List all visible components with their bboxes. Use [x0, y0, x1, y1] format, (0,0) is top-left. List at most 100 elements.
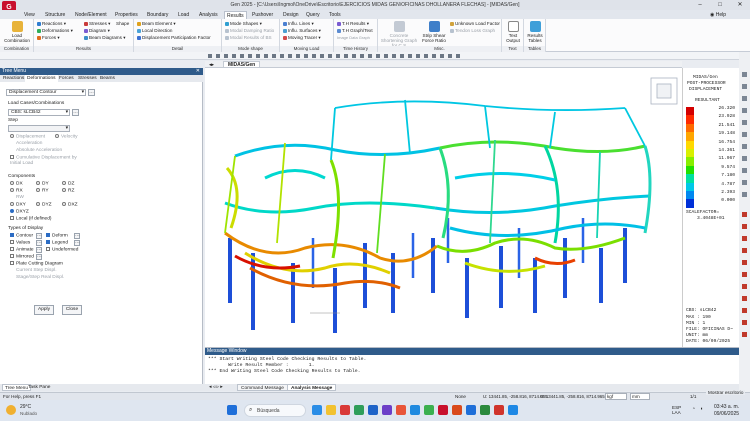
- tab-design[interactable]: Design: [281, 11, 301, 19]
- disp-deform[interactable]: Deform: [46, 233, 68, 239]
- tab-task-pane[interactable]: Task Pane: [26, 384, 52, 391]
- opt-displacement[interactable]: Displacement: [10, 134, 45, 140]
- tab-analysis-message[interactable]: Analysis Message: [287, 384, 337, 391]
- force-unit-select[interactable]: kgf: [605, 393, 627, 400]
- image-data-graph-button[interactable]: Image Data Graph: [337, 35, 370, 41]
- comp-dx[interactable]: DX: [10, 181, 23, 187]
- load-combination-button[interactable]: Load Combination: [3, 21, 31, 43]
- results-tables-button[interactable]: Results Tables: [525, 21, 545, 43]
- tab-pushover[interactable]: Pushover: [250, 11, 275, 19]
- influ-lines-button[interactable]: Influ. Lines ▾: [283, 21, 314, 27]
- modal-damping-button[interactable]: Modal Damping Ratio: [225, 28, 274, 34]
- animate-settings-button[interactable]: …: [36, 247, 42, 253]
- influ-surfaces-button[interactable]: Influ. Surfaces ▾: [283, 28, 321, 34]
- maximize-icon[interactable]: □: [710, 0, 730, 10]
- contour-options-button[interactable]: …: [88, 89, 95, 96]
- windows-start-icon[interactable]: [227, 405, 237, 415]
- diagram-button[interactable]: Diagram ▾: [84, 28, 110, 34]
- mode-shapes-button[interactable]: Mode Shapes ▾: [225, 21, 262, 27]
- disp-undeformed[interactable]: Undeformed: [46, 247, 78, 253]
- file-explorer-icon[interactable]: [326, 405, 336, 415]
- app-icon[interactable]: [424, 405, 434, 415]
- step-select[interactable]: ▾: [8, 125, 70, 132]
- tab-command-message[interactable]: Command Message: [237, 384, 288, 391]
- mirrored-settings-button[interactable]: …: [36, 254, 42, 260]
- tab-reactions[interactable]: Reactions: [1, 75, 26, 82]
- local-direction-button[interactable]: Local Direction: [137, 28, 172, 34]
- length-unit-select[interactable]: mm: [630, 393, 650, 400]
- minimize-icon[interactable]: –: [690, 0, 710, 10]
- model-viewport[interactable]: [205, 68, 682, 347]
- comp-dy[interactable]: DY: [36, 181, 49, 187]
- clock-time[interactable]: 03:43 a. m.: [714, 404, 739, 410]
- contour-settings-button[interactable]: …: [36, 233, 42, 239]
- apply-button[interactable]: Apply: [34, 305, 54, 315]
- app-icon[interactable]: [382, 405, 392, 415]
- comp-rw[interactable]: RW: [16, 195, 24, 201]
- disp-plate-cutting[interactable]: Plate Cutting Diagram: [10, 261, 63, 267]
- beam-element-button[interactable]: Beam Element ▾: [137, 21, 176, 27]
- th-graph-button[interactable]: T.H Graph/Text: [337, 28, 373, 34]
- reactions-button[interactable]: Reactions ▾: [37, 21, 66, 27]
- forces-button[interactable]: Forces ▾: [37, 35, 60, 41]
- app-icon[interactable]: [508, 405, 518, 415]
- opt-velocity[interactable]: Velocity: [55, 134, 78, 140]
- load-case-select[interactable]: CBS: sLCB42 ▾: [8, 109, 70, 116]
- app-icon[interactable]: [354, 405, 364, 415]
- app-icon[interactable]: [410, 405, 420, 415]
- comp-dyz[interactable]: DYZ: [36, 202, 52, 208]
- tab-results[interactable]: Results: [224, 11, 247, 19]
- tab-node-element[interactable]: Node/Element: [73, 11, 109, 19]
- opt-acceleration[interactable]: Acceleration: [16, 141, 42, 147]
- displacement-participation-button[interactable]: Displacement Participation Factor: [137, 35, 211, 41]
- tab-analysis[interactable]: Analysis: [197, 11, 220, 19]
- app-icon[interactable]: [494, 405, 504, 415]
- opt-absolute-acceleration[interactable]: Absolute Acceleration: [16, 148, 62, 154]
- tab-load[interactable]: Load: [176, 11, 191, 19]
- tab-midas-gen[interactable]: MIDAS/Gen: [223, 61, 261, 68]
- values-settings-button[interactable]: …: [36, 240, 42, 246]
- disp-contour[interactable]: Contour: [10, 233, 33, 239]
- disp-current-step[interactable]: Current Step Displ.: [16, 268, 57, 274]
- disp-animate[interactable]: Animate: [10, 247, 34, 253]
- disp-mirrored[interactable]: Mirrored: [10, 254, 34, 260]
- app-icon[interactable]: [396, 405, 406, 415]
- right-toolbar-icons[interactable]: [739, 52, 750, 392]
- comp-dz[interactable]: DZ: [62, 181, 74, 187]
- comp-local[interactable]: Local (if defined): [10, 216, 51, 222]
- app-icon[interactable]: [452, 405, 462, 415]
- modal-results-bs-button[interactable]: Modal Results of BS: [225, 35, 272, 41]
- close-icon[interactable]: ✕: [730, 0, 750, 10]
- contour-type-select[interactable]: Displacement Contour ▾: [6, 89, 86, 96]
- deform-settings-button[interactable]: …: [74, 233, 80, 239]
- tab-properties[interactable]: Properties: [113, 11, 140, 19]
- tendon-loss-button[interactable]: Tendon Loss Graph: [450, 28, 495, 34]
- text-output-button[interactable]: Text Output: [503, 21, 523, 43]
- comp-dxy[interactable]: DXY: [10, 202, 26, 208]
- tab-deformations[interactable]: Deformations: [25, 75, 58, 82]
- disp-legend[interactable]: Legend: [46, 240, 68, 246]
- input-language[interactable]: ESP LAA: [672, 405, 681, 415]
- disp-stage-step[interactable]: Stage/Step Real Displ.: [16, 275, 64, 281]
- legend-settings-button[interactable]: …: [74, 240, 80, 246]
- app-icon[interactable]: [340, 405, 350, 415]
- beam-diagrams-button[interactable]: Beam Diagrams ▾: [84, 35, 126, 41]
- moving-tracer-button[interactable]: Moving Tracer ▾: [283, 35, 321, 41]
- tab-forces[interactable]: Forces: [57, 75, 76, 82]
- close-button[interactable]: Close: [62, 305, 82, 315]
- strip-shear-force-button[interactable]: Strip Shear Force Ratio: [420, 21, 448, 43]
- load-case-options-button[interactable]: …: [72, 109, 79, 116]
- close-icon[interactable]: ✕: [196, 68, 200, 75]
- stresses-button[interactable]: Stresses ▾: [84, 21, 110, 27]
- th-results-button[interactable]: T.H Results ▾: [337, 21, 369, 27]
- tab-beams[interactable]: Beams: [98, 75, 117, 82]
- volume-icon[interactable]: ◖: [700, 406, 703, 412]
- tab-query[interactable]: Query: [304, 11, 322, 19]
- toolbar-icons[interactable]: [206, 52, 686, 60]
- shape-button[interactable]: Shape: [116, 21, 129, 27]
- help-button[interactable]: ◉ Help: [708, 11, 728, 19]
- weather-icon[interactable]: [6, 405, 16, 415]
- tab-structure[interactable]: Structure: [43, 11, 67, 19]
- clock-date[interactable]: 09/06/2025: [714, 411, 739, 417]
- comp-dxz[interactable]: DXZ: [62, 202, 78, 208]
